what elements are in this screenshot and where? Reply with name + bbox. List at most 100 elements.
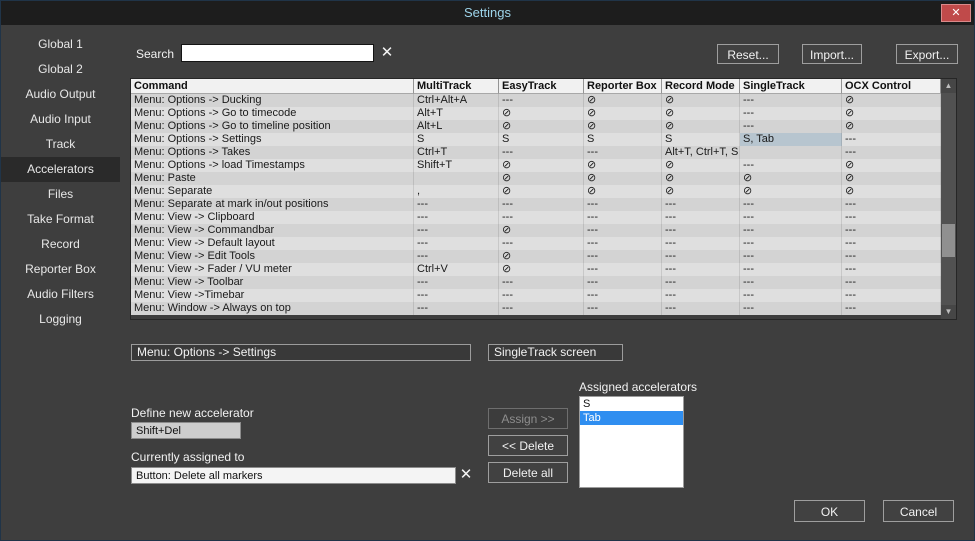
accelerator-cell[interactable]: --- xyxy=(584,289,662,302)
accelerator-cell[interactable]: --- xyxy=(499,289,584,302)
accelerator-cell[interactable]: --- xyxy=(842,146,941,159)
table-row[interactable]: Menu: Options -> DuckingCtrl+Alt+A---⊘⊘-… xyxy=(131,94,941,107)
sidebar-item-global-1[interactable]: Global 1 xyxy=(1,32,120,57)
currently-assigned-input[interactable] xyxy=(131,467,456,484)
accelerator-cell[interactable]: --- xyxy=(842,302,941,315)
table-row[interactable]: Menu: Separate at mark in/out positions-… xyxy=(131,198,941,211)
command-cell[interactable]: Menu: Window -> Always on top xyxy=(131,302,414,315)
accelerator-cell[interactable]: Alt+T, Ctrl+T, Shift+T xyxy=(662,146,740,159)
accelerator-cell[interactable]: ⊘ xyxy=(584,107,662,120)
clear-assignment-icon[interactable]: ✕ xyxy=(457,465,475,484)
vertical-scrollbar[interactable]: ▲ ▼ xyxy=(941,79,956,319)
accelerator-cell[interactable]: ⊘ xyxy=(584,159,662,172)
accelerator-cell[interactable]: --- xyxy=(740,250,842,263)
command-cell[interactable]: Menu: Separate xyxy=(131,185,414,198)
accelerator-cell[interactable]: --- xyxy=(842,289,941,302)
accelerator-cell[interactable]: --- xyxy=(740,237,842,250)
sidebar-item-record[interactable]: Record xyxy=(1,232,120,257)
accelerator-cell[interactable]: ⊘ xyxy=(499,185,584,198)
command-cell[interactable]: Menu: View -> Toolbar xyxy=(131,276,414,289)
table-row[interactable]: Menu: Window -> Always on top-----------… xyxy=(131,302,941,315)
accelerator-cell[interactable]: --- xyxy=(584,146,662,159)
accelerator-cell[interactable]: ⊘ xyxy=(842,120,941,133)
accelerator-cell[interactable]: --- xyxy=(842,224,941,237)
sidebar-item-logging[interactable]: Logging xyxy=(1,307,120,332)
export-button[interactable]: Export... xyxy=(896,44,958,64)
accelerator-cell[interactable]: --- xyxy=(499,276,584,289)
accelerator-cell[interactable]: --- xyxy=(740,159,842,172)
assigned-item[interactable]: Tab xyxy=(580,411,683,425)
table-row[interactable]: Menu: Options -> TakesCtrl+T------Alt+T,… xyxy=(131,146,941,159)
accelerator-cell[interactable]: --- xyxy=(662,250,740,263)
accelerator-cell[interactable]: --- xyxy=(842,276,941,289)
table-row[interactable]: Menu: View -> Clipboard-----------------… xyxy=(131,211,941,224)
accelerator-cell[interactable]: --- xyxy=(740,211,842,224)
table-row[interactable]: Menu: View -> Toolbar------------------ xyxy=(131,276,941,289)
accelerator-cell[interactable]: --- xyxy=(414,198,499,211)
accelerator-cell[interactable]: S xyxy=(662,133,740,146)
scrollbar-thumb[interactable] xyxy=(942,224,955,257)
accelerator-cell[interactable]: Shift+T xyxy=(414,159,499,172)
accelerator-cell[interactable]: Ctrl+V xyxy=(414,263,499,276)
delete-all-button[interactable]: Delete all xyxy=(488,462,568,483)
search-input[interactable] xyxy=(181,44,374,62)
accelerator-cell[interactable] xyxy=(740,146,842,159)
accelerator-cell[interactable]: --- xyxy=(414,289,499,302)
accelerator-cell[interactable]: S xyxy=(414,133,499,146)
accelerator-cell[interactable]: --- xyxy=(662,224,740,237)
accelerator-cell[interactable]: --- xyxy=(499,237,584,250)
accelerator-cell[interactable]: --- xyxy=(584,263,662,276)
column-header[interactable]: MultiTrack xyxy=(414,79,499,94)
table-row[interactable]: Menu: Options -> Go to timeline position… xyxy=(131,120,941,133)
command-cell[interactable]: Menu: Options -> Go to timecode xyxy=(131,107,414,120)
accelerator-cell[interactable]: ⊘ xyxy=(499,159,584,172)
close-button[interactable]: ✕ xyxy=(941,4,971,22)
accelerator-cell[interactable]: ⊘ xyxy=(499,263,584,276)
accelerator-cell[interactable]: ⊘ xyxy=(842,172,941,185)
accelerator-cell[interactable]: ⊘ xyxy=(584,185,662,198)
accelerator-cell[interactable]: --- xyxy=(662,276,740,289)
assign-button[interactable]: Assign >> xyxy=(488,408,568,429)
sidebar-item-audio-output[interactable]: Audio Output xyxy=(1,82,120,107)
accelerator-cell[interactable]: --- xyxy=(499,146,584,159)
accelerator-cell[interactable]: --- xyxy=(414,250,499,263)
accelerator-cell[interactable]: --- xyxy=(740,120,842,133)
command-cell[interactable]: Menu: Options -> Settings xyxy=(131,133,414,146)
accelerator-cell[interactable]: --- xyxy=(842,263,941,276)
accelerator-cell[interactable] xyxy=(414,172,499,185)
column-header[interactable]: Record Mode xyxy=(662,79,740,94)
accelerator-cell[interactable]: Alt+L xyxy=(414,120,499,133)
accelerator-cell[interactable]: --- xyxy=(414,237,499,250)
delete-accelerator-button[interactable]: << Delete xyxy=(488,435,568,456)
accelerator-cell[interactable]: --- xyxy=(662,302,740,315)
accelerator-cell[interactable]: --- xyxy=(662,211,740,224)
accelerator-cell[interactable]: ⊘ xyxy=(842,94,941,107)
table-row[interactable]: Menu: View -> Edit Tools---⊘------------ xyxy=(131,250,941,263)
table-row[interactable]: Menu: Options -> SettingsSSSSS, Tab--- xyxy=(131,133,941,146)
accelerator-cell[interactable]: ⊘ xyxy=(499,107,584,120)
accelerator-cell[interactable]: --- xyxy=(740,289,842,302)
accelerator-cell[interactable]: ⊘ xyxy=(499,120,584,133)
sidebar-item-global-2[interactable]: Global 2 xyxy=(1,57,120,82)
command-cell[interactable]: Menu: View -> Edit Tools xyxy=(131,250,414,263)
accelerator-cell[interactable]: S, Tab xyxy=(740,133,842,146)
reset-button[interactable]: Reset... xyxy=(717,44,779,64)
accelerator-cell[interactable]: ⊘ xyxy=(740,172,842,185)
accelerator-cell[interactable]: --- xyxy=(499,211,584,224)
command-cell[interactable]: Menu: Options -> load Timestamps xyxy=(131,159,414,172)
accelerator-cell[interactable]: --- xyxy=(584,237,662,250)
accelerator-cell[interactable]: ⊘ xyxy=(662,185,740,198)
table-row[interactable]: Menu: Separate,⊘⊘⊘⊘⊘ xyxy=(131,185,941,198)
sidebar-item-take-format[interactable]: Take Format xyxy=(1,207,120,232)
column-header[interactable]: SingleTrack xyxy=(740,79,842,94)
define-accelerator-input[interactable] xyxy=(131,422,241,439)
assigned-item[interactable]: S xyxy=(580,397,683,411)
accelerator-cell[interactable]: Alt+T xyxy=(414,107,499,120)
search-clear-icon[interactable]: ✕ xyxy=(378,44,396,62)
accelerator-cell[interactable]: S xyxy=(499,133,584,146)
accelerator-cell[interactable]: --- xyxy=(842,250,941,263)
scroll-up-icon[interactable]: ▲ xyxy=(941,79,956,93)
accelerator-cell[interactable]: ⊘ xyxy=(584,120,662,133)
cancel-button[interactable]: Cancel xyxy=(883,500,954,522)
command-cell[interactable]: Menu: Paste xyxy=(131,172,414,185)
